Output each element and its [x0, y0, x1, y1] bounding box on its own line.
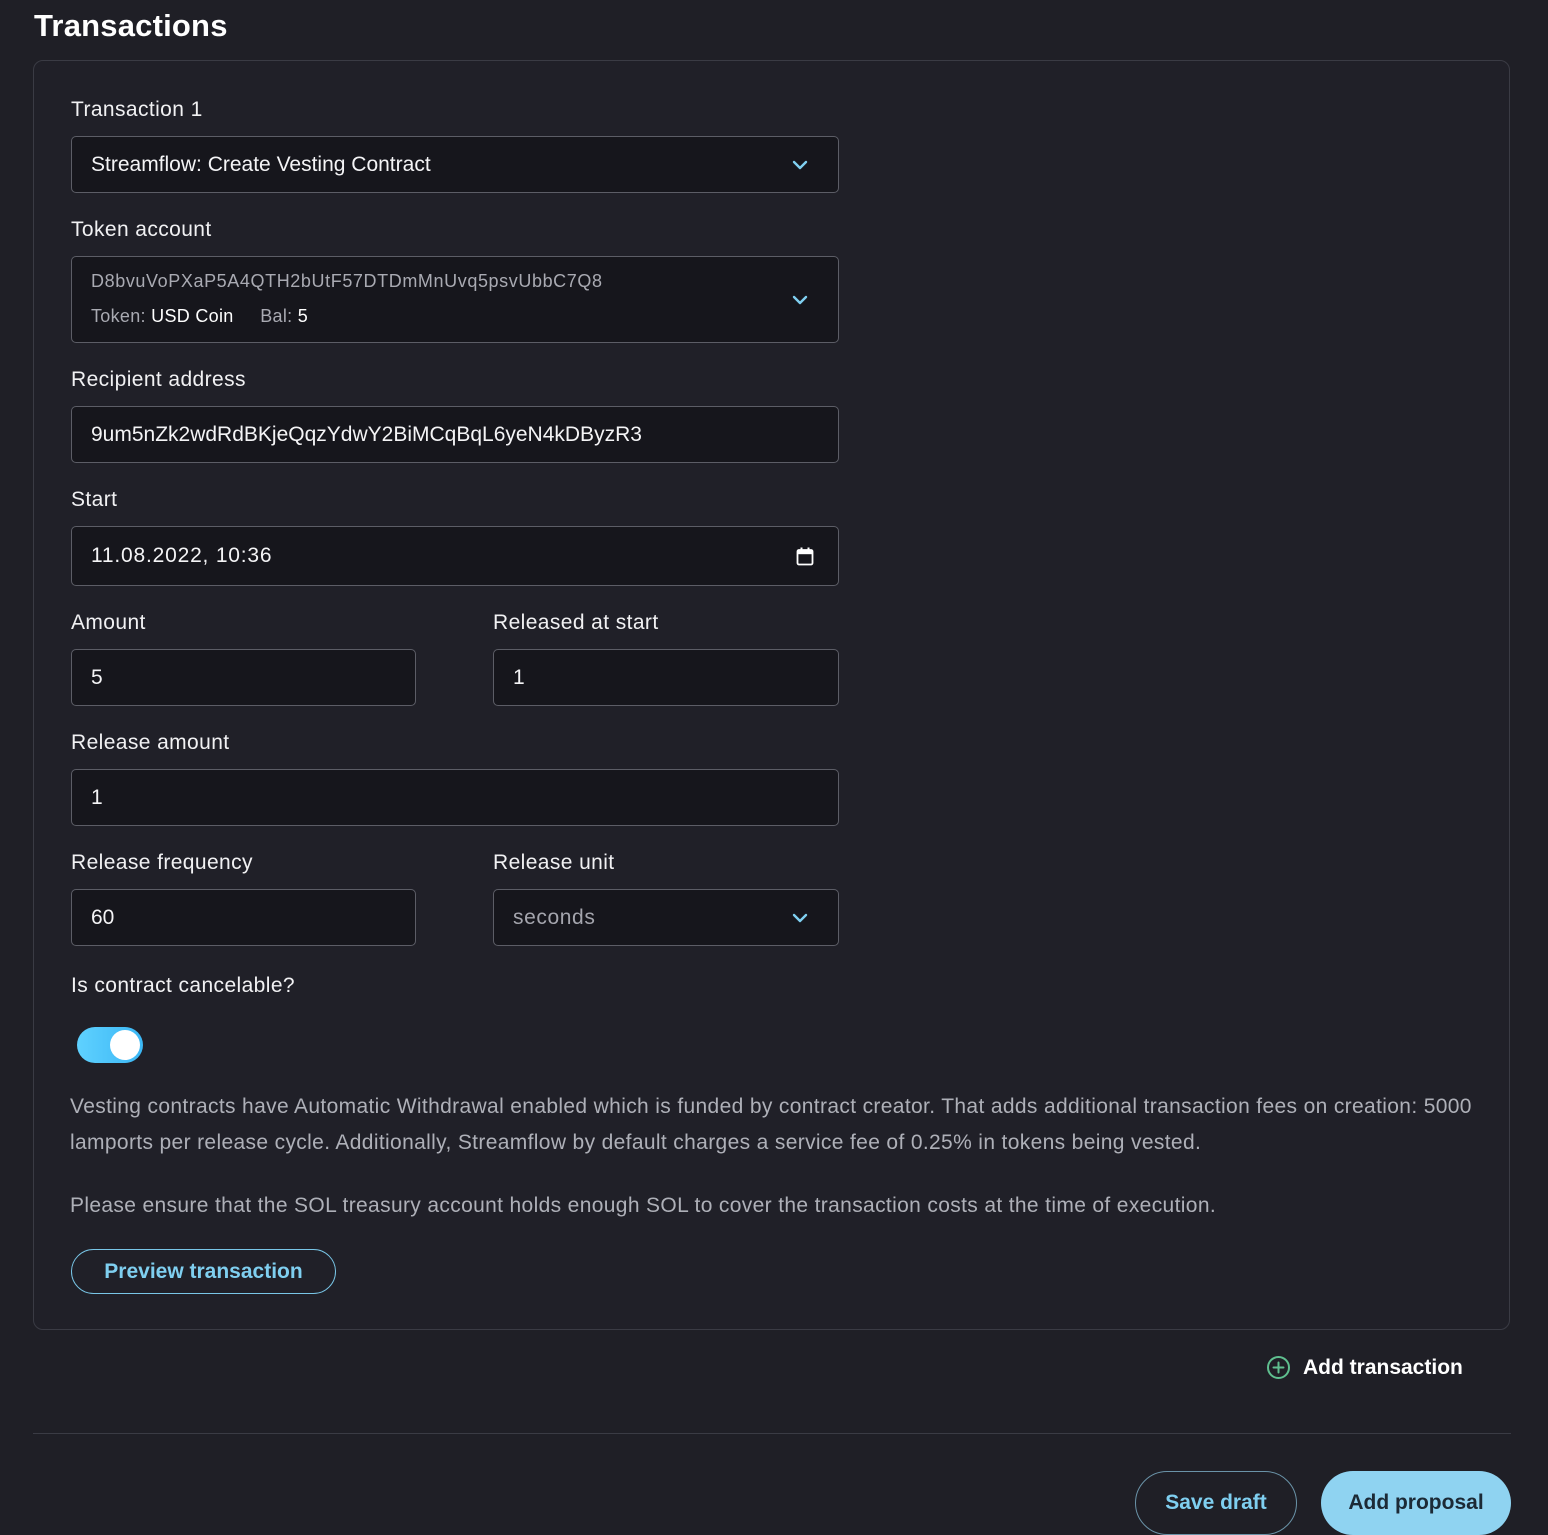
token-value: USD Coin	[151, 306, 234, 326]
transaction-heading: Transaction 1	[71, 98, 203, 121]
add-transaction-button[interactable]: Add transaction	[1266, 1355, 1463, 1380]
amount-value: 5	[91, 665, 103, 689]
recipient-address-label: Recipient address	[71, 368, 246, 391]
preview-transaction-button[interactable]: Preview transaction	[71, 1249, 336, 1294]
start-label: Start	[71, 488, 118, 511]
balance-label: Bal:	[260, 306, 293, 326]
sol-treasury-info: Please ensure that the SOL treasury acco…	[70, 1194, 1217, 1217]
chevron-down-icon	[792, 295, 808, 304]
released-at-start-value: 1	[513, 665, 525, 689]
amount-input[interactable]: 5	[71, 649, 416, 706]
release-amount-value: 1	[91, 785, 103, 809]
release-frequency-label: Release frequency	[71, 851, 253, 874]
released-at-start-input[interactable]: 1	[493, 649, 839, 706]
save-draft-button[interactable]: Save draft	[1135, 1471, 1297, 1535]
start-value: 11.08.2022, 10:36	[91, 544, 273, 567]
start-datetime-input[interactable]: 11.08.2022, 10:36	[71, 526, 839, 586]
cancelable-toggle[interactable]	[77, 1027, 143, 1063]
chevron-down-icon	[792, 160, 808, 169]
recipient-address-input[interactable]: 9um5nZk2wdRdBKjeQqzYdwY2BiMCqBqL6yeN4kDB…	[71, 406, 839, 463]
amount-label: Amount	[71, 611, 146, 634]
token-account-details: Token: USD Coin Bal: 5	[91, 306, 308, 327]
release-unit-label: Release unit	[493, 851, 615, 874]
vesting-fee-info: Vesting contracts have Automatic Withdra…	[70, 1095, 1472, 1154]
token-account-address: D8bvuVoPXaP5A4QTH2bUtF57DTDmMnUvq5psvUbb…	[91, 271, 603, 291]
toggle-knob	[110, 1030, 140, 1060]
cancelable-label: Is contract cancelable?	[71, 974, 295, 997]
transaction-type-select[interactable]: Streamflow: Create Vesting Contract	[71, 136, 839, 193]
token-account-select[interactable]: D8bvuVoPXaP5A4QTH2bUtF57DTDmMnUvq5psvUbb…	[71, 256, 839, 343]
chevron-down-icon	[792, 913, 808, 922]
recipient-address-value: 9um5nZk2wdRdBKjeQqzYdwY2BiMCqBqL6yeN4kDB…	[91, 422, 642, 446]
token-account-label: Token account	[71, 218, 212, 241]
token-label: Token:	[91, 306, 146, 326]
release-frequency-value: 60	[91, 905, 115, 929]
release-frequency-input[interactable]: 60	[71, 889, 416, 946]
add-transaction-label: Add transaction	[1303, 1355, 1463, 1379]
released-at-start-label: Released at start	[493, 611, 659, 634]
release-unit-value: seconds	[513, 905, 596, 929]
calendar-icon[interactable]	[796, 547, 814, 566]
transaction-type-value: Streamflow: Create Vesting Contract	[91, 152, 431, 176]
release-unit-select[interactable]: seconds	[493, 889, 839, 946]
page-title: Transactions	[34, 8, 228, 43]
divider	[33, 1433, 1511, 1434]
plus-circle-icon	[1267, 1356, 1290, 1379]
release-amount-input[interactable]: 1	[71, 769, 839, 826]
balance-value: 5	[297, 306, 309, 326]
add-proposal-button[interactable]: Add proposal	[1321, 1471, 1511, 1535]
release-amount-label: Release amount	[71, 731, 230, 754]
